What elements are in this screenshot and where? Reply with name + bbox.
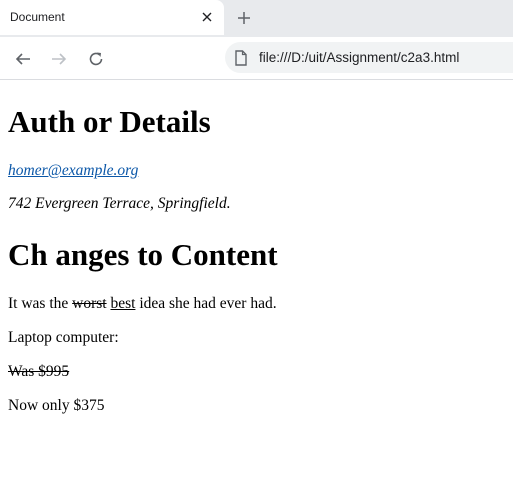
sentence-after: idea she had ever had. bbox=[135, 295, 277, 312]
deleted-word: worst bbox=[72, 295, 107, 312]
new-price: Now only $375 bbox=[8, 397, 105, 414]
address: 742 Evergreen Terrace, Springfield. bbox=[8, 195, 231, 212]
email-link[interactable]: homer@example.org bbox=[8, 162, 138, 180]
file-icon bbox=[234, 50, 248, 66]
tab-strip: Document bbox=[0, 0, 513, 37]
sentence-before: It was the bbox=[8, 295, 73, 312]
inserted-word: best bbox=[110, 295, 136, 312]
tab-document[interactable]: Document bbox=[0, 0, 224, 35]
edit-sentence: It was the worst best idea she had ever … bbox=[8, 295, 277, 313]
laptop-label: Laptop computer: bbox=[8, 329, 119, 346]
browser-toolbar: file:///D:/uit/Assignment/c2a3.html bbox=[0, 37, 513, 80]
arrow-left-icon[interactable] bbox=[13, 49, 33, 69]
url-text[interactable]: file:///D:/uit/Assignment/c2a3.html bbox=[259, 50, 459, 65]
reload-icon[interactable] bbox=[86, 49, 106, 69]
old-price: Was $995 bbox=[8, 363, 70, 380]
tab-title: Document bbox=[10, 10, 65, 24]
address-bar[interactable]: file:///D:/uit/Assignment/c2a3.html bbox=[225, 42, 513, 73]
author-heading: Auth or Details bbox=[8, 104, 211, 139]
close-icon[interactable] bbox=[199, 9, 215, 25]
page-content: Auth or Details homer@example.org 742 Ev… bbox=[0, 80, 513, 483]
arrow-right-icon[interactable] bbox=[49, 49, 69, 69]
plus-icon[interactable] bbox=[234, 8, 254, 28]
changes-heading: Ch anges to Content bbox=[8, 237, 278, 272]
